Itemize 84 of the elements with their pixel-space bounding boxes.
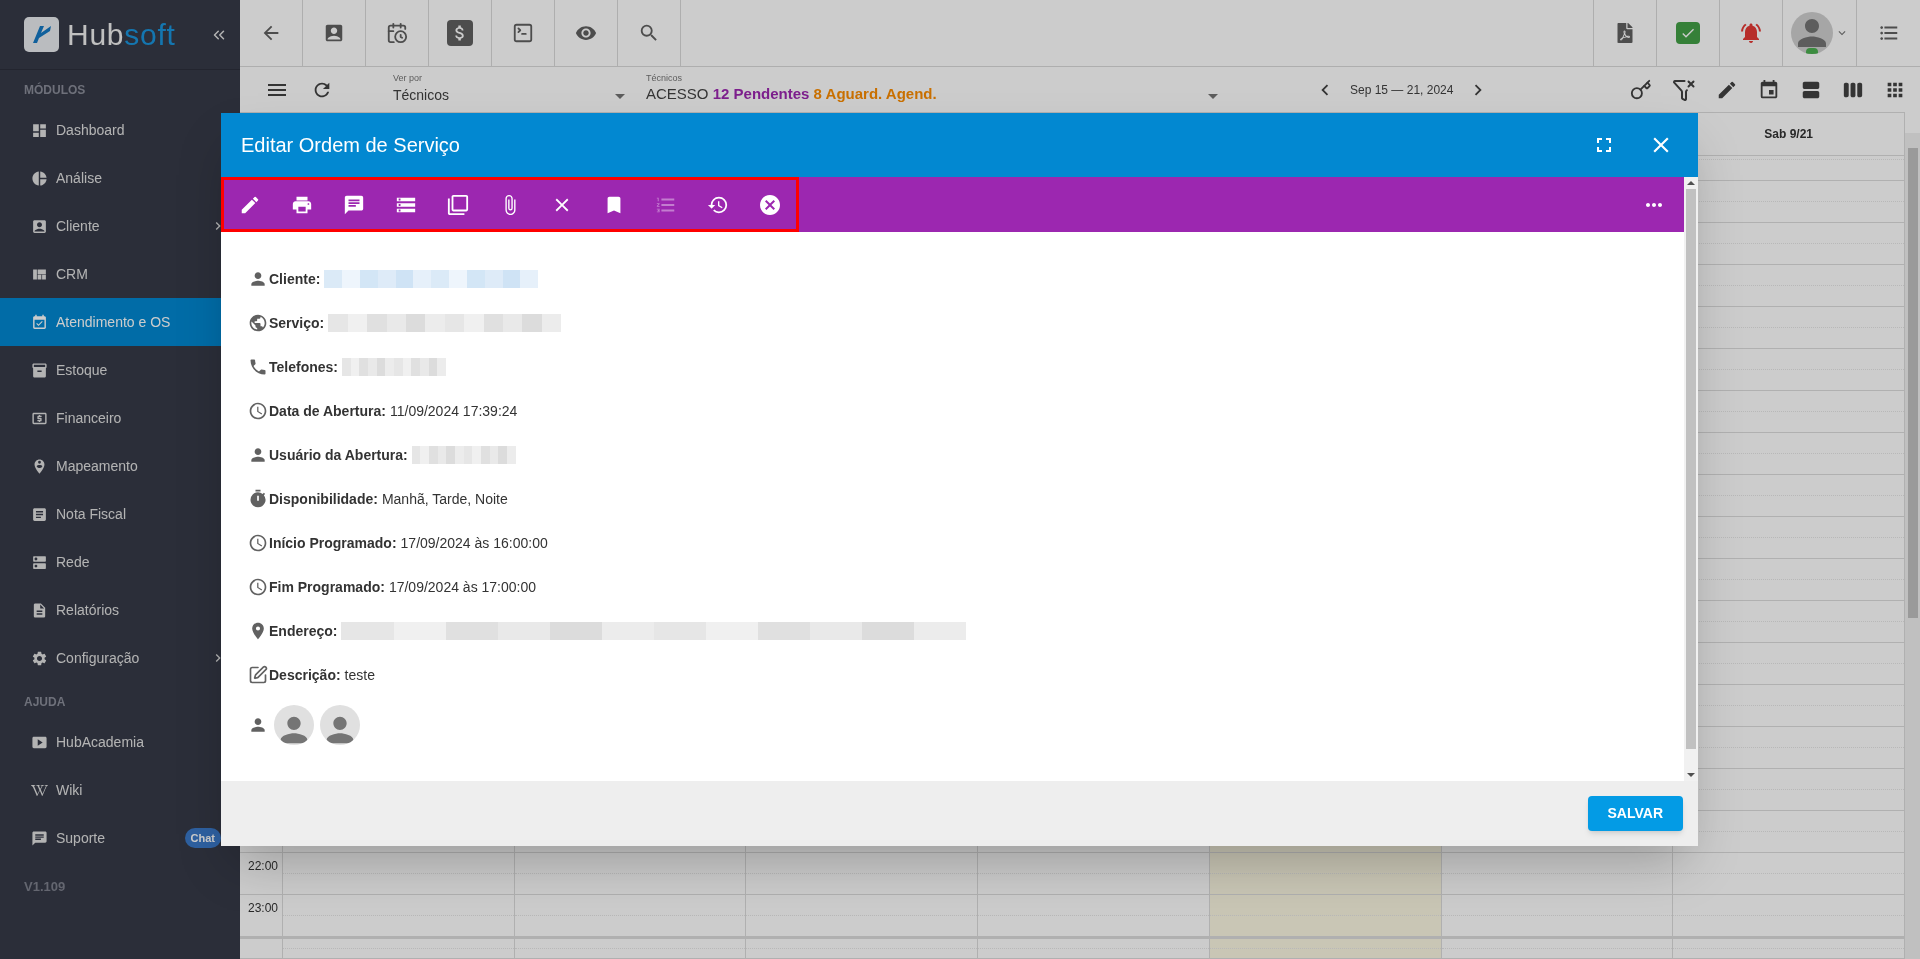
time-label: 23:00 [247,900,278,917]
scroll-down-icon[interactable] [1687,773,1695,777]
field-value: Manhã, Tarde, Noite [381,489,508,509]
field-label: Descrição: [269,665,341,685]
field-value: 11/09/2024 17:39:24 [389,401,518,421]
scroll-up-icon[interactable] [1687,181,1695,185]
field-label: Início Programado: [269,533,397,553]
technicians-select[interactable]: ACESSO 12 Pendentes 8 Aguard. Agend. [646,83,1226,106]
field-label: Fim Programado: [269,577,385,597]
date-range: Sep 15 — 21, 2024 [1350,81,1454,99]
clock-icon [248,577,268,597]
clock-icon [248,533,268,553]
check-message-icon [1676,22,1700,44]
dollar-icon [447,20,473,46]
sidebar-item[interactable]: Financeiro [0,394,240,442]
dialog-scrollbar[interactable] [1684,177,1698,781]
timer-icon [248,489,268,509]
dashboard-icon [31,121,48,139]
copy-icon [447,193,469,216]
field-value: 17/09/2024 às 16:00:00 [400,533,548,553]
box-icon [31,361,48,379]
file-icon [31,601,48,619]
settings-icon [31,649,48,667]
field-value: teste [344,665,375,685]
sidebar-item[interactable]: CRM [0,250,240,298]
server-icon [31,553,48,571]
view-by-select[interactable]: Técnicos [393,84,633,106]
section-title: MÓDULOS [24,81,86,99]
logo-text: Hubsoft [67,19,176,50]
pie-chart-icon [31,169,48,187]
field-label: Data de Abertura: [269,401,386,421]
sidebar-item[interactable]: Cliente [0,202,240,250]
field-label: Serviço: [269,313,325,333]
sidebar-item[interactable]: Suporte Chat [0,814,240,862]
field-label: Endereço: [269,621,338,641]
page-scrollbar[interactable] [1905,133,1920,959]
logo-icon [24,17,59,52]
field-label: Usuário da Abertura: [269,445,408,465]
globe-icon [248,313,268,333]
sidebar-item[interactable]: Estoque [0,346,240,394]
document-icon [31,505,48,523]
calendar-icon[interactable] [1758,78,1780,101]
sidebar-item[interactable]: Configuração [0,634,240,682]
cancel-icon [758,192,782,217]
sidebar-item[interactable]: Nota Fiscal [0,490,240,538]
sidebar-item[interactable]: HubAcademia [0,718,240,766]
sidebar-item[interactable]: Dashboard [0,106,240,154]
contact-card-icon [323,22,345,44]
calendar-clock-icon [386,22,408,44]
edit-icon [248,665,268,685]
field-label: Técnicos [646,71,682,85]
field-label: Disponibilidade: [269,489,378,509]
dialog-title: Editar Ordem de Serviço [241,133,460,158]
key-icon[interactable] [1630,78,1652,101]
time-label: 22:00 [247,858,278,875]
chat-icon [31,829,48,847]
section-title: AJUDA [24,694,66,711]
contact-card-icon [31,217,48,235]
version-label: V1.109 [24,878,66,897]
caret-icon [1208,93,1218,99]
field-label: Cliente: [269,269,321,289]
sidebar-item[interactable]: Wiki [0,766,240,814]
sidebar-item[interactable]: Análise [0,154,240,202]
sidebar-item[interactable]: Relatórios [0,586,240,634]
phone-icon [248,357,268,377]
field-label: Ver por [393,71,423,85]
technician-avatar[interactable] [274,705,314,745]
field-value: 17/09/2024 às 17:00:00 [388,577,537,597]
sidebar-item[interactable]: Rede [0,538,240,586]
bell-icon [1739,21,1763,45]
sidebar-item[interactable]: Mapeamento [0,442,240,490]
clock-icon [248,401,268,421]
user-avatar [1790,12,1833,54]
calendar-icon [31,313,48,331]
clear-filter-icon[interactable] [1672,77,1696,102]
day-header: Sab 9/21 [1764,126,1813,143]
caret-icon [615,93,625,99]
technician-avatar[interactable] [320,705,360,745]
pdf-file-icon [1615,23,1635,43]
comment-icon [343,193,365,216]
field-label: Telefones: [269,357,338,377]
chat-badge: Chat [184,827,221,849]
search-icon [638,22,660,44]
terminal-icon [512,22,534,44]
